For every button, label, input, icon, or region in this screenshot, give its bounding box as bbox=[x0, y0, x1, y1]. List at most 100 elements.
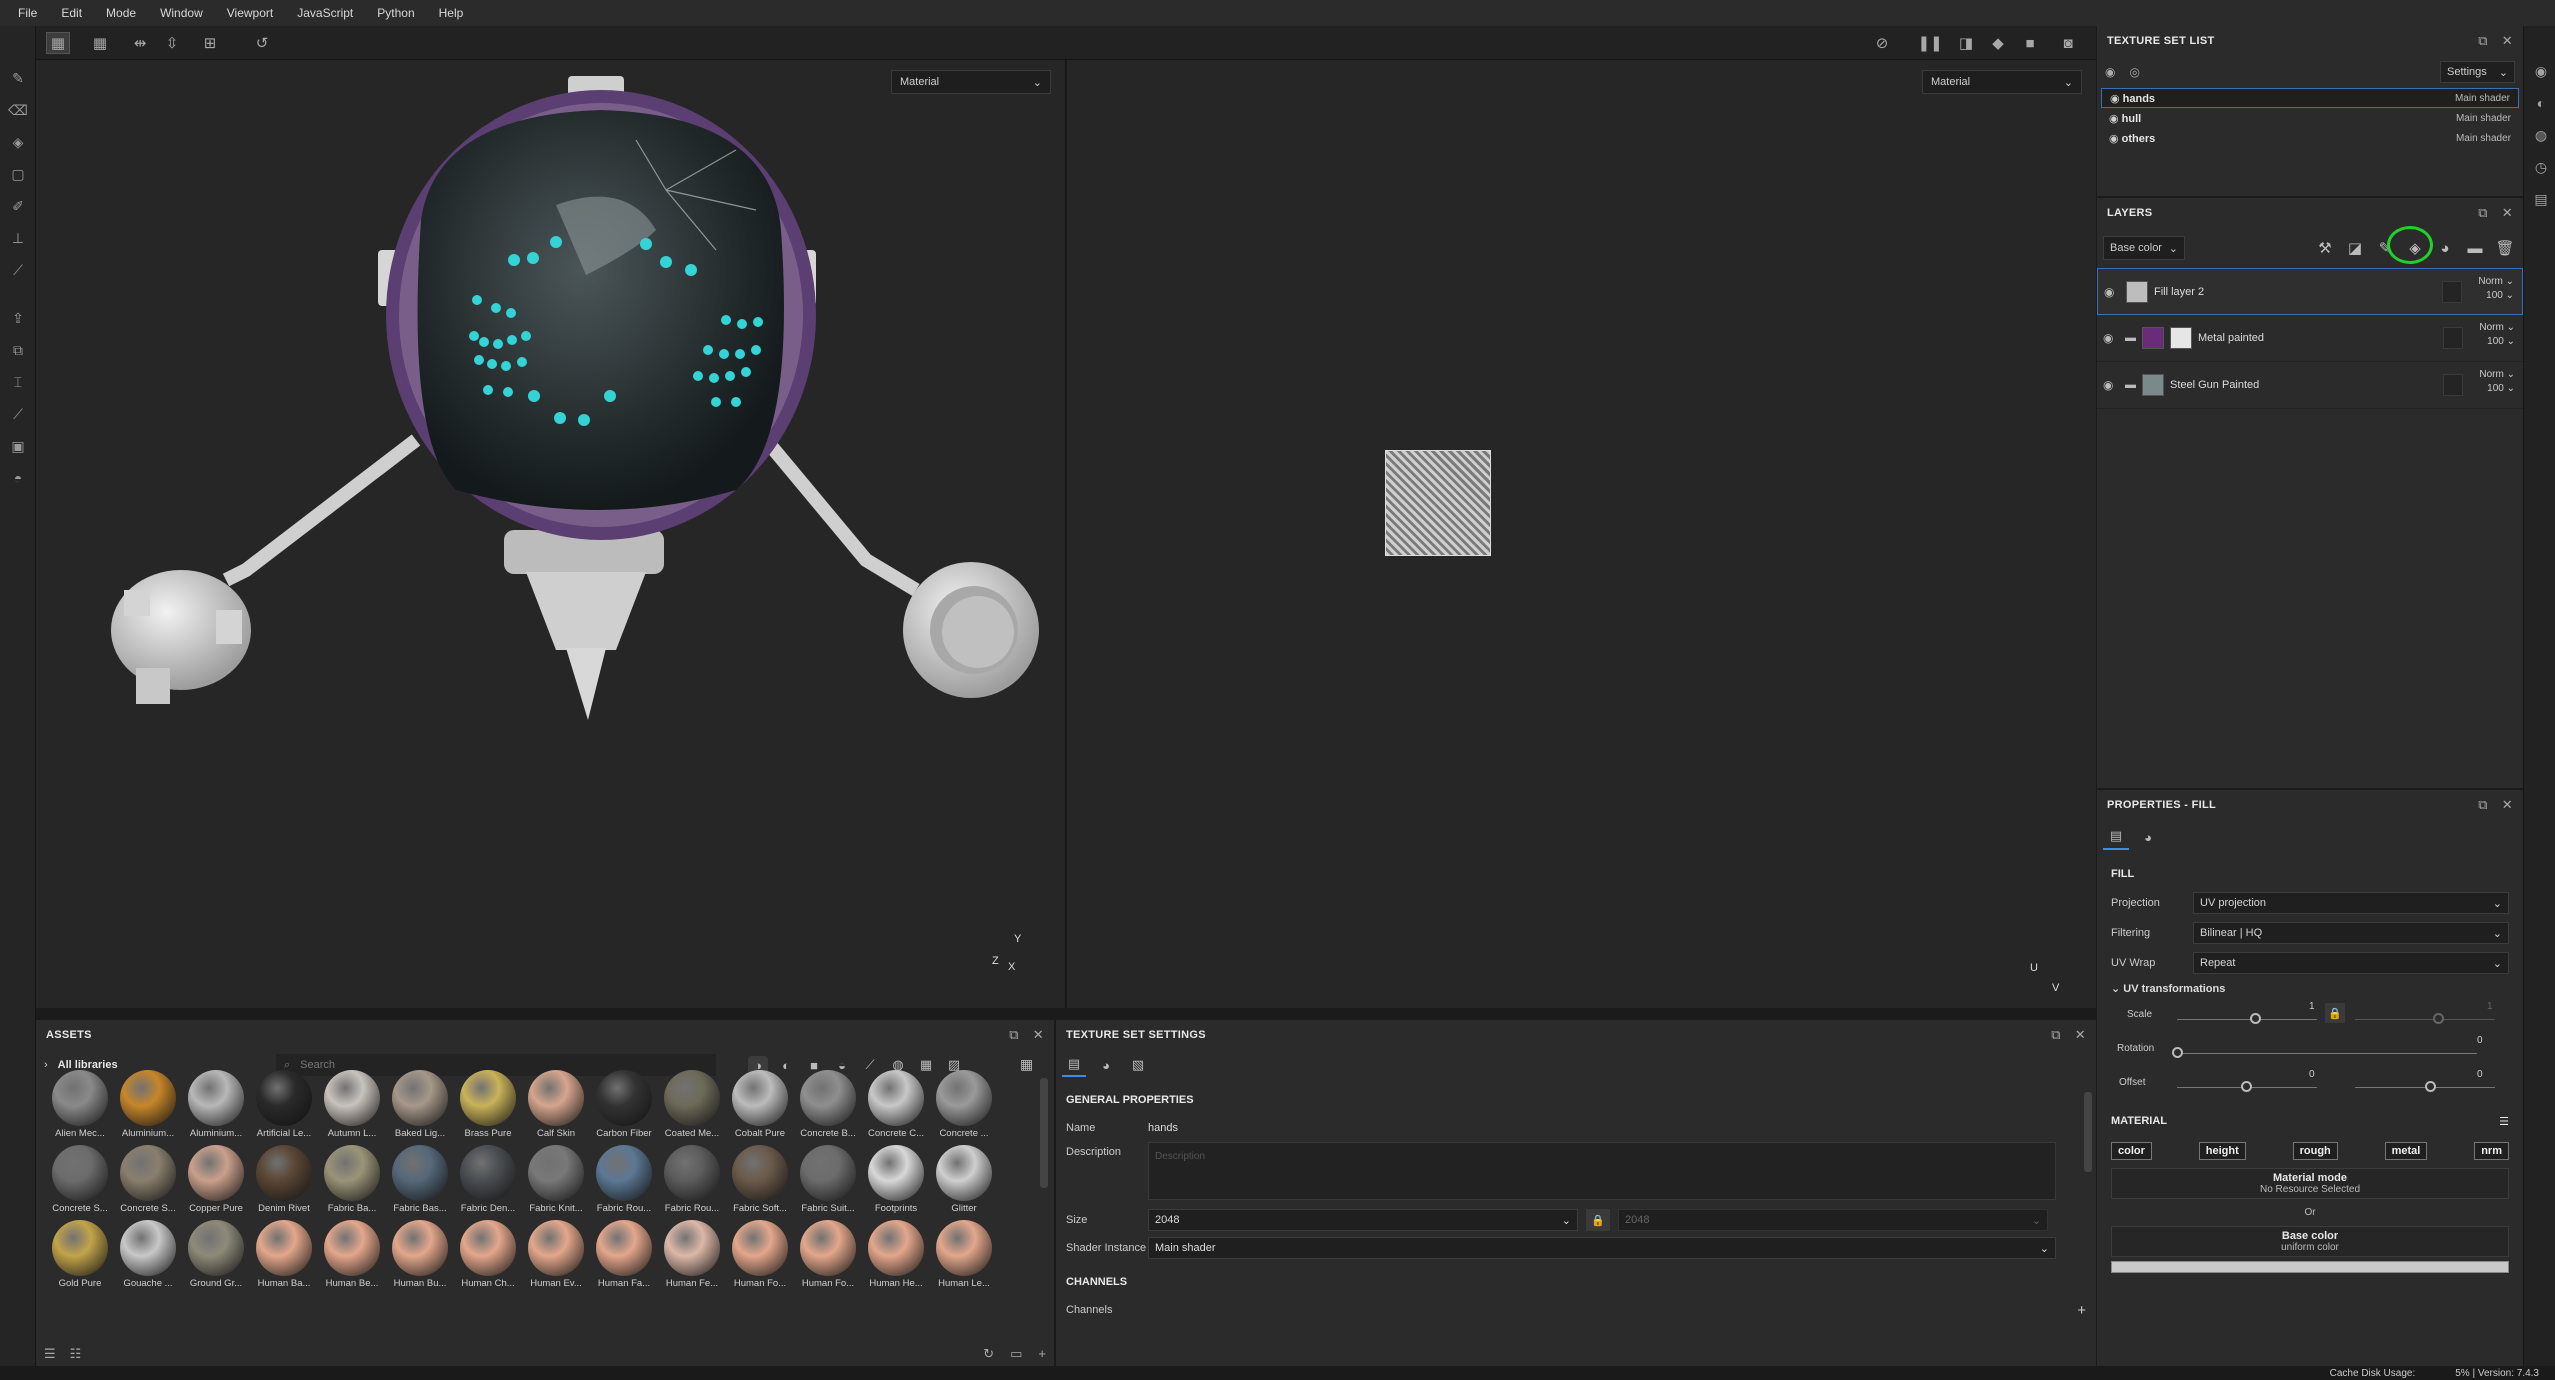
menu-help[interactable]: Help bbox=[427, 6, 476, 20]
close-icon[interactable]: ✕ bbox=[2502, 33, 2513, 49]
height-channel-button[interactable]: height bbox=[2198, 1142, 2246, 1160]
description-field[interactable]: Description bbox=[1148, 1142, 2056, 1200]
settings-dropdown[interactable]: Settings ⌄ bbox=[2440, 61, 2515, 83]
size-lock-icon[interactable]: 🔒 bbox=[1586, 1209, 1610, 1231]
asset-tile[interactable]: Aluminium... bbox=[182, 1070, 250, 1139]
asset-tile[interactable]: Concrete S... bbox=[46, 1145, 114, 1214]
asset-tile[interactable]: Copper Pure bbox=[182, 1145, 250, 1214]
eye-icon[interactable]: ◉ bbox=[2103, 331, 2119, 345]
layer-row-fill-layer-2[interactable]: ◉ Fill layer 2 Norm ⌄ 100 ⌄ bbox=[2097, 268, 2523, 315]
layer-row-steel-gun-painted[interactable]: ◉ ▬ Steel Gun Painted Norm ⌄ 100 ⌄ bbox=[2097, 362, 2523, 409]
material-tab-icon[interactable]: ◕ bbox=[2135, 824, 2161, 850]
asset-tile[interactable]: Concrete S... bbox=[114, 1145, 182, 1214]
eye-icon[interactable]: ◉ bbox=[2103, 378, 2119, 392]
asset-tile[interactable]: Human Fo... bbox=[794, 1220, 862, 1289]
layer-blend[interactable]: Norm ⌄ 100 ⌄ bbox=[2478, 275, 2514, 303]
asset-tile[interactable]: Human Ev... bbox=[522, 1220, 590, 1289]
asset-tile[interactable]: Human Fe... bbox=[658, 1220, 726, 1289]
screenshot-camera-icon[interactable]: ◙ bbox=[2056, 32, 2080, 54]
hide-icon[interactable]: ⊘ bbox=[1870, 32, 1894, 54]
color-picker-icon[interactable]: ⟋ bbox=[8, 260, 28, 280]
camera-view-icon[interactable]: ◓ bbox=[8, 468, 28, 488]
material-picker-icon[interactable]: ⧉ bbox=[8, 340, 28, 360]
smudge-icon[interactable]: ✐ bbox=[8, 196, 28, 216]
asset-tile[interactable]: Fabric Ba... bbox=[318, 1145, 386, 1214]
asset-tile[interactable]: Baked Lig... bbox=[386, 1070, 454, 1139]
asset-tile[interactable]: Denim Rivet bbox=[250, 1145, 318, 1214]
layer-mask-slot[interactable] bbox=[2443, 374, 2463, 396]
texture-set-row-hull[interactable]: ◉ hull Main shader bbox=[2101, 108, 2519, 128]
asset-tile[interactable]: Footprints bbox=[862, 1145, 930, 1214]
asset-tile[interactable]: Human Fa... bbox=[590, 1220, 658, 1289]
menu-viewport[interactable]: Viewport bbox=[215, 6, 285, 20]
asset-tile[interactable]: Concrete ... bbox=[930, 1070, 998, 1139]
texture-set-settings-scrollbar[interactable] bbox=[2084, 1092, 2092, 1172]
close-icon[interactable]: ✕ bbox=[2502, 797, 2513, 813]
asset-tile[interactable]: Fabric Soft... bbox=[726, 1145, 794, 1214]
asset-tile[interactable]: Human Ba... bbox=[250, 1220, 318, 1289]
texture-set-row-others[interactable]: ◉ others Main shader bbox=[2101, 128, 2519, 148]
asset-tile[interactable]: Human He... bbox=[862, 1220, 930, 1289]
history-icon[interactable]: ◷ bbox=[2532, 158, 2550, 176]
close-icon[interactable]: ✕ bbox=[2502, 205, 2513, 221]
asset-tile[interactable]: Fabric Suit... bbox=[794, 1145, 862, 1214]
asset-tile[interactable]: Gold Pure bbox=[46, 1220, 114, 1289]
clone-stamp-icon[interactable]: ⊥ bbox=[8, 228, 28, 248]
log-icon[interactable]: ▤ bbox=[2532, 190, 2550, 208]
asset-tile[interactable]: Alien Mec... bbox=[46, 1070, 114, 1139]
viewport-2d-mode-select[interactable]: Material ⌄ bbox=[1922, 70, 2082, 94]
menu-javascript[interactable]: JavaScript bbox=[285, 6, 365, 20]
base-color-swatch[interactable] bbox=[2111, 1261, 2509, 1273]
maximize-icon[interactable]: ⧉ bbox=[2478, 797, 2488, 813]
asset-tile[interactable]: Concrete C... bbox=[862, 1070, 930, 1139]
channel-select[interactable]: Base color ⌄ bbox=[2103, 236, 2185, 260]
maximize-icon[interactable]: ⧉ bbox=[2478, 205, 2488, 221]
menu-edit[interactable]: Edit bbox=[49, 6, 94, 20]
asset-tile[interactable]: Autumn L... bbox=[318, 1070, 386, 1139]
asset-tile[interactable]: Aluminium... bbox=[114, 1070, 182, 1139]
single-view-icon[interactable]: ▦ bbox=[46, 32, 70, 54]
nrm-channel-button[interactable]: nrm bbox=[2474, 1142, 2509, 1160]
material-options-icon[interactable]: ☰ bbox=[2499, 1115, 2509, 1128]
menu-window[interactable]: Window bbox=[148, 6, 215, 20]
filtering-select[interactable]: Bilinear | HQ ⌄ bbox=[2193, 922, 2509, 944]
scale-slider-2-knob[interactable] bbox=[2433, 1013, 2444, 1024]
projection-select[interactable]: UV projection ⌄ bbox=[2193, 892, 2509, 914]
mirror-y-icon[interactable]: ⇳ bbox=[160, 32, 184, 54]
eye-icon[interactable]: ◉ bbox=[2109, 133, 2122, 145]
mirror-x-icon[interactable]: ⇹ bbox=[128, 32, 152, 54]
size-width-select[interactable]: 2048 ⌄ bbox=[1148, 1209, 1578, 1231]
add-channel-icon[interactable]: + bbox=[2077, 1302, 2086, 1319]
add-mask-icon[interactable]: ◪ bbox=[2345, 238, 2365, 258]
layer-blend[interactable]: Norm ⌄ 100 ⌄ bbox=[2479, 321, 2515, 349]
pause-icon[interactable]: ❚❚ bbox=[1917, 32, 1942, 54]
split-view-icon[interactable]: ◨ bbox=[1954, 32, 1978, 54]
menu-python[interactable]: Python bbox=[365, 6, 426, 20]
asset-tile[interactable]: Concrete B... bbox=[794, 1070, 862, 1139]
asset-tile[interactable]: Brass Pure bbox=[454, 1070, 522, 1139]
asset-tile[interactable]: Glitter bbox=[930, 1145, 998, 1214]
shader-settings-icon[interactable]: ◍ bbox=[2532, 126, 2550, 144]
scale-slider-2[interactable] bbox=[2355, 1019, 2495, 1020]
asset-tile[interactable]: Human Bu... bbox=[386, 1220, 454, 1289]
asset-tile[interactable]: Calf Skin bbox=[522, 1070, 590, 1139]
history-icon[interactable]: ↺ bbox=[250, 32, 274, 54]
maximize-icon[interactable]: ⧉ bbox=[2478, 33, 2488, 49]
assets-scrollbar[interactable] bbox=[1040, 1078, 1048, 1188]
base-color-slot[interactable]: Base color uniform color bbox=[2111, 1226, 2509, 1257]
asset-tile[interactable]: Human Fo... bbox=[726, 1220, 794, 1289]
asset-tile[interactable]: Fabric Den... bbox=[454, 1145, 522, 1214]
layer-row-metal-painted[interactable]: ◉ ▬ Metal painted Norm ⌄ 100 ⌄ bbox=[2097, 315, 2523, 362]
measure-icon[interactable]: ⟋ bbox=[8, 404, 28, 424]
scale-slider[interactable] bbox=[2177, 1019, 2317, 1020]
eraser-icon[interactable]: ⌫ bbox=[8, 100, 28, 120]
projection-icon[interactable]: ◈ bbox=[8, 132, 28, 152]
asset-tile[interactable]: Fabric Rou... bbox=[590, 1145, 658, 1214]
viewport-3d[interactable]: Material ⌄ Y Z X bbox=[36, 60, 1066, 1008]
asset-tile[interactable]: Gouache ... bbox=[114, 1220, 182, 1289]
asset-tile[interactable]: Fabric Rou... bbox=[658, 1145, 726, 1214]
eye-icon[interactable]: ◉ bbox=[2104, 285, 2120, 299]
asset-tile[interactable]: Human Le... bbox=[930, 1220, 998, 1289]
rough-channel-button[interactable]: rough bbox=[2292, 1142, 2338, 1160]
uv-tab-icon[interactable]: ▧ bbox=[1126, 1053, 1150, 1077]
